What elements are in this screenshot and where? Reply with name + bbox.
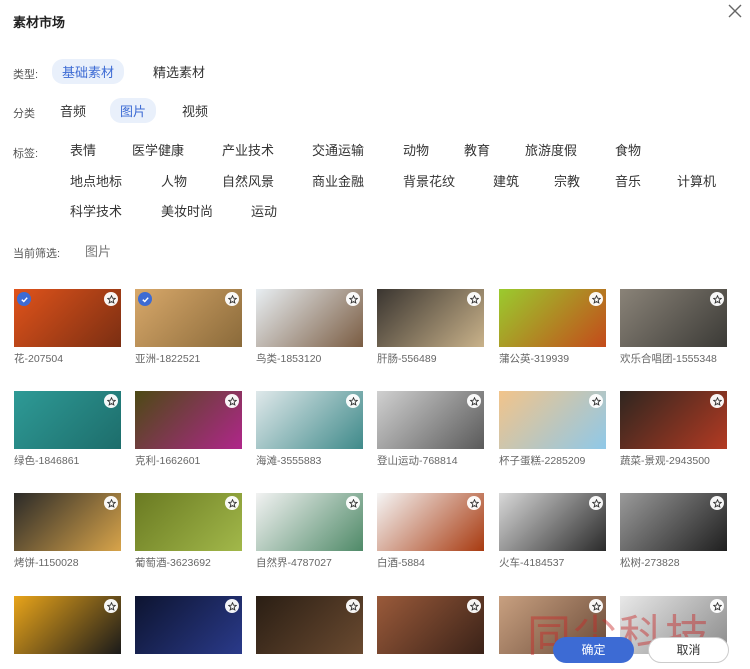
asset-card[interactable]: 欢乐合唱团-1555348 <box>620 289 727 366</box>
asset-card[interactable]: 蒲公英-319939 <box>499 289 606 366</box>
asset-caption: 蔬菜-景观-2943500 <box>620 455 710 467</box>
asset-card[interactable]: 登山运动-768814 <box>377 391 484 468</box>
asset-card[interactable]: 松树-273828 <box>620 493 727 570</box>
asset-thumbnail[interactable] <box>620 493 727 551</box>
favorite-star-icon[interactable] <box>467 292 481 306</box>
asset-thumbnail[interactable] <box>256 391 363 449</box>
asset-card[interactable]: 克利-1662601 <box>135 391 242 468</box>
favorite-star-icon[interactable] <box>104 292 118 306</box>
asset-thumbnail[interactable] <box>499 391 606 449</box>
asset-thumbnail[interactable] <box>256 289 363 347</box>
asset-thumbnail[interactable] <box>135 596 242 654</box>
asset-caption: 登山运动-768814 <box>377 455 458 467</box>
asset-caption: 火车-4184537 <box>499 557 565 569</box>
asset-card[interactable]: 花-207504 <box>14 289 121 366</box>
asset-thumbnail[interactable] <box>14 289 121 347</box>
favorite-star-icon[interactable] <box>104 496 118 510</box>
favorite-star-icon[interactable] <box>104 599 118 613</box>
asset-card[interactable]: 火车-4184537 <box>499 493 606 570</box>
asset-caption: 杯子蛋糕-2285209 <box>499 455 586 467</box>
asset-thumbnail[interactable] <box>256 493 363 551</box>
asset-thumbnail[interactable] <box>377 289 484 347</box>
asset-caption: 亚洲-1822521 <box>135 353 201 365</box>
asset-thumbnail[interactable] <box>14 596 121 654</box>
favorite-star-icon[interactable] <box>589 394 603 408</box>
asset-caption: 鸟类-1853120 <box>256 353 322 365</box>
favorite-star-icon[interactable] <box>710 394 724 408</box>
asset-market-dialog: 素材市场 类型: 基础素材 精选素材 分类 音频 图片 视频 标签: 表情 医学… <box>0 0 750 669</box>
asset-card[interactable]: 绿色-1846861 <box>14 391 121 468</box>
asset-card[interactable]: 葡萄酒-3623692 <box>135 493 242 570</box>
favorite-star-icon[interactable] <box>346 292 360 306</box>
favorite-star-icon[interactable] <box>467 394 481 408</box>
asset-thumbnail[interactable] <box>14 493 121 551</box>
asset-thumbnail[interactable] <box>14 391 121 449</box>
favorite-star-icon[interactable] <box>225 394 239 408</box>
asset-card[interactable]: 白酒-5884 <box>377 493 484 570</box>
favorite-star-icon[interactable] <box>710 599 724 613</box>
asset-card[interactable] <box>256 596 363 658</box>
selected-check-icon[interactable] <box>138 292 152 306</box>
asset-card[interactable]: 蔬菜-景观-2943500 <box>620 391 727 468</box>
asset-thumbnail[interactable] <box>377 391 484 449</box>
favorite-star-icon[interactable] <box>346 394 360 408</box>
asset-caption: 松树-273828 <box>620 557 680 569</box>
asset-card[interactable]: 杯子蛋糕-2285209 <box>499 391 606 468</box>
asset-thumbnail[interactable] <box>135 391 242 449</box>
asset-card[interactable]: 烤饼-1150028 <box>14 493 121 570</box>
asset-thumbnail[interactable] <box>620 391 727 449</box>
asset-caption: 蒲公英-319939 <box>499 353 570 365</box>
favorite-star-icon[interactable] <box>467 496 481 510</box>
favorite-star-icon[interactable] <box>225 599 239 613</box>
asset-card[interactable] <box>135 596 242 658</box>
favorite-star-icon[interactable] <box>225 292 239 306</box>
favorite-star-icon[interactable] <box>710 496 724 510</box>
favorite-star-icon[interactable] <box>346 496 360 510</box>
confirm-button[interactable]: 确定 <box>553 637 634 663</box>
favorite-star-icon[interactable] <box>589 599 603 613</box>
asset-thumbnail[interactable] <box>135 493 242 551</box>
asset-thumbnail[interactable] <box>135 289 242 347</box>
asset-card[interactable]: 自然界-4787027 <box>256 493 363 570</box>
asset-card[interactable] <box>14 596 121 658</box>
asset-thumbnail[interactable] <box>499 493 606 551</box>
favorite-star-icon[interactable] <box>346 599 360 613</box>
favorite-star-icon[interactable] <box>589 292 603 306</box>
asset-card[interactable]: 鸟类-1853120 <box>256 289 363 366</box>
asset-caption: 自然界-4787027 <box>256 557 332 569</box>
cancel-button[interactable]: 取消 <box>648 637 729 663</box>
asset-card[interactable]: 亚洲-1822521 <box>135 289 242 366</box>
asset-caption: 克利-1662601 <box>135 455 201 467</box>
asset-caption: 绿色-1846861 <box>14 455 80 467</box>
asset-thumbnail[interactable] <box>620 289 727 347</box>
asset-caption: 白酒-5884 <box>377 557 425 569</box>
favorite-star-icon[interactable] <box>467 599 481 613</box>
asset-thumbnail[interactable] <box>256 596 363 654</box>
favorite-star-icon[interactable] <box>104 394 118 408</box>
asset-grid: 花-207504 亚洲-1822521 鸟类-1853120 肝肠-556489 蒲公英… <box>0 0 750 669</box>
asset-card[interactable]: 肝肠-556489 <box>377 289 484 366</box>
asset-thumbnail[interactable] <box>377 596 484 654</box>
asset-caption: 葡萄酒-3623692 <box>135 557 211 569</box>
selected-check-icon[interactable] <box>17 292 31 306</box>
asset-caption: 欢乐合唱团-1555348 <box>620 353 717 365</box>
asset-caption: 肝肠-556489 <box>377 353 437 365</box>
favorite-star-icon[interactable] <box>225 496 239 510</box>
asset-card[interactable]: 海滩-3555883 <box>256 391 363 468</box>
asset-caption: 海滩-3555883 <box>256 455 322 467</box>
asset-caption: 花-207504 <box>14 353 64 365</box>
favorite-star-icon[interactable] <box>710 292 724 306</box>
asset-card[interactable] <box>377 596 484 658</box>
asset-thumbnail[interactable] <box>499 289 606 347</box>
asset-thumbnail[interactable] <box>377 493 484 551</box>
asset-caption: 烤饼-1150028 <box>14 557 79 569</box>
favorite-star-icon[interactable] <box>589 496 603 510</box>
